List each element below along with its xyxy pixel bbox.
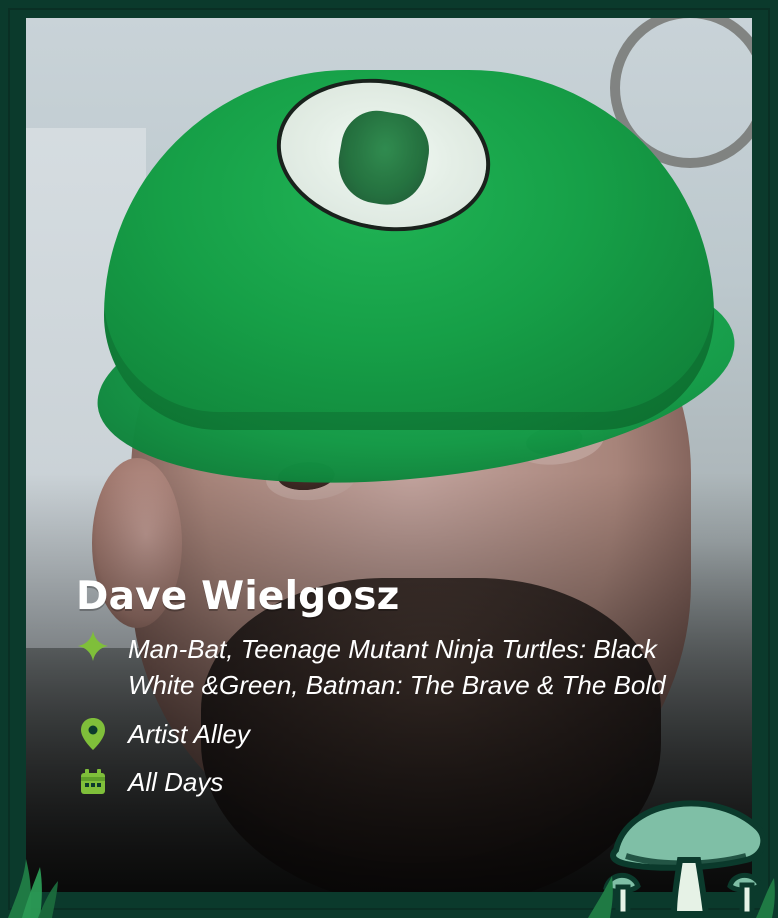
artist-description-row: Man-Bat, Teenage Mutant Ninja Turtles: B…	[76, 629, 726, 703]
artist-card: Dave Wielgosz Man-Bat, Teenage Mutant Ni…	[0, 0, 778, 918]
location-row: Artist Alley	[76, 717, 726, 751]
map-pin-icon	[76, 717, 110, 751]
artist-info: Dave Wielgosz Man-Bat, Teenage Mutant Ni…	[76, 574, 726, 799]
location-text: Artist Alley	[128, 719, 250, 749]
days-text: All Days	[128, 767, 224, 797]
sparkle-icon	[76, 629, 110, 663]
artist-description: Man-Bat, Teenage Mutant Ninja Turtles: B…	[128, 634, 666, 700]
days-row: All Days	[76, 765, 726, 799]
calendar-icon	[76, 765, 110, 799]
artist-name: Dave Wielgosz	[76, 574, 400, 619]
